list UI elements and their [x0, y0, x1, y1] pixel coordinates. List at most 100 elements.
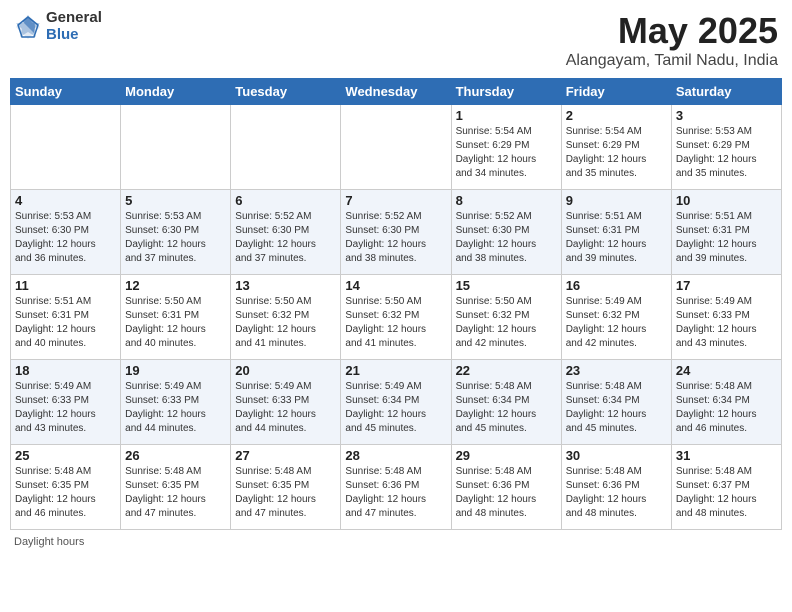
header-saturday: Saturday	[671, 79, 781, 105]
cell-info: Sunrise: 5:51 AM Sunset: 6:31 PM Dayligh…	[15, 295, 116, 351]
header-friday: Friday	[561, 79, 671, 105]
calendar-cell: 20Sunrise: 5:49 AM Sunset: 6:33 PM Dayli…	[231, 360, 341, 445]
header-wednesday: Wednesday	[341, 79, 451, 105]
calendar-cell: 27 Sunrise: 5:48 AM Sunset: 6:35 PM Dayli…	[231, 445, 341, 530]
page-header: General Blue May 2025 Alangayam, Tamil N…	[10, 10, 782, 70]
calendar-cell: 10 Sunrise: 5:51 AM Sunset: 6:31 PM Dayli…	[671, 190, 781, 275]
cell-info: Sunrise: 5:54 AM Sunset: 6:29 PM Dayligh…	[456, 125, 557, 181]
day-number: 24	[676, 363, 777, 378]
cell-info: Sunrise: 5:53 AM Sunset: 6:29 PM Dayligh…	[676, 125, 777, 181]
calendar-cell: 30Sunrise: 5:48 AM Sunset: 6:36 PM Dayli…	[561, 445, 671, 530]
cell-info: Sunrise: 5:48 AM Sunset: 6:34 PM Dayligh…	[566, 380, 667, 436]
week-row-4: 18 Sunrise: 5:49 AM Sunset: 6:33 PM Dayli…	[11, 360, 782, 445]
cell-info: Sunrise: 5:50 AM Sunset: 6:31 PM Dayligh…	[125, 295, 226, 351]
day-number: 30	[566, 448, 667, 463]
cell-info: Sunrise: 5:54 AM Sunset: 6:29 PM Dayligh…	[566, 125, 667, 181]
calendar-cell: 12 Sunrise: 5:50 AM Sunset: 6:31 PM Dayli…	[121, 275, 231, 360]
day-number: 18	[15, 363, 116, 378]
cell-info: Sunrise: 5:48 AM Sunset: 6:37 PM Dayligh…	[676, 465, 777, 521]
calendar-cell: 17Sunrise: 5:49 AM Sunset: 6:33 PM Dayli…	[671, 275, 781, 360]
cell-info: Sunrise: 5:50 AM Sunset: 6:32 PM Dayligh…	[456, 295, 557, 351]
header-row: SundayMondayTuesdayWednesdayThursdayFrid…	[11, 79, 782, 105]
cell-info: Sunrise: 5:53 AM Sunset: 6:30 PM Dayligh…	[15, 210, 116, 266]
calendar-cell	[121, 105, 231, 190]
day-number: 20	[235, 363, 336, 378]
calendar-cell: 16Sunrise: 5:49 AM Sunset: 6:32 PM Dayli…	[561, 275, 671, 360]
calendar-cell: 1 Sunrise: 5:54 AM Sunset: 6:29 PM Daylig…	[451, 105, 561, 190]
calendar-table: SundayMondayTuesdayWednesdayThursdayFrid…	[10, 78, 782, 530]
calendar-cell: 15 Sunrise: 5:50 AM Sunset: 6:32 PM Dayli…	[451, 275, 561, 360]
calendar-cell: 7Sunrise: 5:52 AM Sunset: 6:30 PM Daylig…	[341, 190, 451, 275]
cell-info: Sunrise: 5:52 AM Sunset: 6:30 PM Dayligh…	[235, 210, 336, 266]
cell-info: Sunrise: 5:52 AM Sunset: 6:30 PM Dayligh…	[345, 210, 446, 266]
calendar-cell: 19 Sunrise: 5:49 AM Sunset: 6:33 PM Dayli…	[121, 360, 231, 445]
cell-info: Sunrise: 5:48 AM Sunset: 6:35 PM Dayligh…	[15, 465, 116, 521]
calendar-cell: 28 Sunrise: 5:48 AM Sunset: 6:36 PM Dayli…	[341, 445, 451, 530]
day-number: 26	[125, 448, 226, 463]
calendar-cell: 21Sunrise: 5:49 AM Sunset: 6:34 PM Dayli…	[341, 360, 451, 445]
cell-info: Sunrise: 5:48 AM Sunset: 6:34 PM Dayligh…	[456, 380, 557, 436]
footer-daylight: Daylight hours	[10, 536, 782, 548]
calendar-cell	[341, 105, 451, 190]
day-number: 6	[235, 193, 336, 208]
calendar-cell: 6 Sunrise: 5:52 AM Sunset: 6:30 PM Daylig…	[231, 190, 341, 275]
cell-info: Sunrise: 5:48 AM Sunset: 6:36 PM Dayligh…	[456, 465, 557, 521]
day-number: 10	[676, 193, 777, 208]
cell-info: Sunrise: 5:53 AM Sunset: 6:30 PM Dayligh…	[125, 210, 226, 266]
cell-info: Sunrise: 5:50 AM Sunset: 6:32 PM Dayligh…	[235, 295, 336, 351]
calendar-cell: 11 Sunrise: 5:51 AM Sunset: 6:31 PM Dayli…	[11, 275, 121, 360]
calendar-cell: 9 Sunrise: 5:51 AM Sunset: 6:31 PM Daylig…	[561, 190, 671, 275]
cell-info: Sunrise: 5:48 AM Sunset: 6:36 PM Dayligh…	[345, 465, 446, 521]
header-sunday: Sunday	[11, 79, 121, 105]
week-row-5: 25 Sunrise: 5:48 AM Sunset: 6:35 PM Dayli…	[11, 445, 782, 530]
calendar-cell: 24Sunrise: 5:48 AM Sunset: 6:34 PM Dayli…	[671, 360, 781, 445]
day-number: 22	[456, 363, 557, 378]
cell-info: Sunrise: 5:49 AM Sunset: 6:33 PM Dayligh…	[125, 380, 226, 436]
cell-info: Sunrise: 5:51 AM Sunset: 6:31 PM Dayligh…	[566, 210, 667, 266]
day-number: 13	[235, 278, 336, 293]
day-number: 1	[456, 108, 557, 123]
cell-info: Sunrise: 5:48 AM Sunset: 6:35 PM Dayligh…	[235, 465, 336, 521]
cell-info: Sunrise: 5:49 AM Sunset: 6:32 PM Dayligh…	[566, 295, 667, 351]
logo-text: General Blue	[46, 10, 102, 43]
calendar-cell: 4Sunrise: 5:53 AM Sunset: 6:30 PM Daylig…	[11, 190, 121, 275]
calendar-title: May 2025	[566, 10, 778, 52]
logo-icon	[14, 13, 42, 41]
title-block: May 2025 Alangayam, Tamil Nadu, India	[566, 10, 778, 70]
day-number: 11	[15, 278, 116, 293]
day-number: 8	[456, 193, 557, 208]
day-number: 25	[15, 448, 116, 463]
calendar-cell: 23Sunrise: 5:48 AM Sunset: 6:34 PM Dayli…	[561, 360, 671, 445]
week-row-2: 4Sunrise: 5:53 AM Sunset: 6:30 PM Daylig…	[11, 190, 782, 275]
day-number: 29	[456, 448, 557, 463]
day-number: 9	[566, 193, 667, 208]
day-number: 31	[676, 448, 777, 463]
calendar-cell: 8 Sunrise: 5:52 AM Sunset: 6:30 PM Daylig…	[451, 190, 561, 275]
calendar-cell: 26Sunrise: 5:48 AM Sunset: 6:35 PM Dayli…	[121, 445, 231, 530]
cell-info: Sunrise: 5:50 AM Sunset: 6:32 PM Dayligh…	[345, 295, 446, 351]
calendar-cell: 5 Sunrise: 5:53 AM Sunset: 6:30 PM Daylig…	[121, 190, 231, 275]
logo: General Blue	[14, 10, 102, 43]
day-number: 3	[676, 108, 777, 123]
cell-info: Sunrise: 5:49 AM Sunset: 6:33 PM Dayligh…	[15, 380, 116, 436]
logo-blue: Blue	[46, 27, 102, 44]
day-number: 5	[125, 193, 226, 208]
calendar-header: SundayMondayTuesdayWednesdayThursdayFrid…	[11, 79, 782, 105]
calendar-cell: 18 Sunrise: 5:49 AM Sunset: 6:33 PM Dayli…	[11, 360, 121, 445]
cell-info: Sunrise: 5:52 AM Sunset: 6:30 PM Dayligh…	[456, 210, 557, 266]
day-number: 19	[125, 363, 226, 378]
day-number: 2	[566, 108, 667, 123]
week-row-1: 1 Sunrise: 5:54 AM Sunset: 6:29 PM Daylig…	[11, 105, 782, 190]
day-number: 12	[125, 278, 226, 293]
day-number: 28	[345, 448, 446, 463]
cell-info: Sunrise: 5:49 AM Sunset: 6:34 PM Dayligh…	[345, 380, 446, 436]
day-number: 14	[345, 278, 446, 293]
day-number: 27	[235, 448, 336, 463]
calendar-cell: 14 Sunrise: 5:50 AM Sunset: 6:32 PM Dayli…	[341, 275, 451, 360]
header-monday: Monday	[121, 79, 231, 105]
calendar-location: Alangayam, Tamil Nadu, India	[566, 52, 778, 70]
cell-info: Sunrise: 5:51 AM Sunset: 6:31 PM Dayligh…	[676, 210, 777, 266]
cell-info: Sunrise: 5:49 AM Sunset: 6:33 PM Dayligh…	[676, 295, 777, 351]
day-number: 15	[456, 278, 557, 293]
calendar-cell: 13 Sunrise: 5:50 AM Sunset: 6:32 PM Dayli…	[231, 275, 341, 360]
